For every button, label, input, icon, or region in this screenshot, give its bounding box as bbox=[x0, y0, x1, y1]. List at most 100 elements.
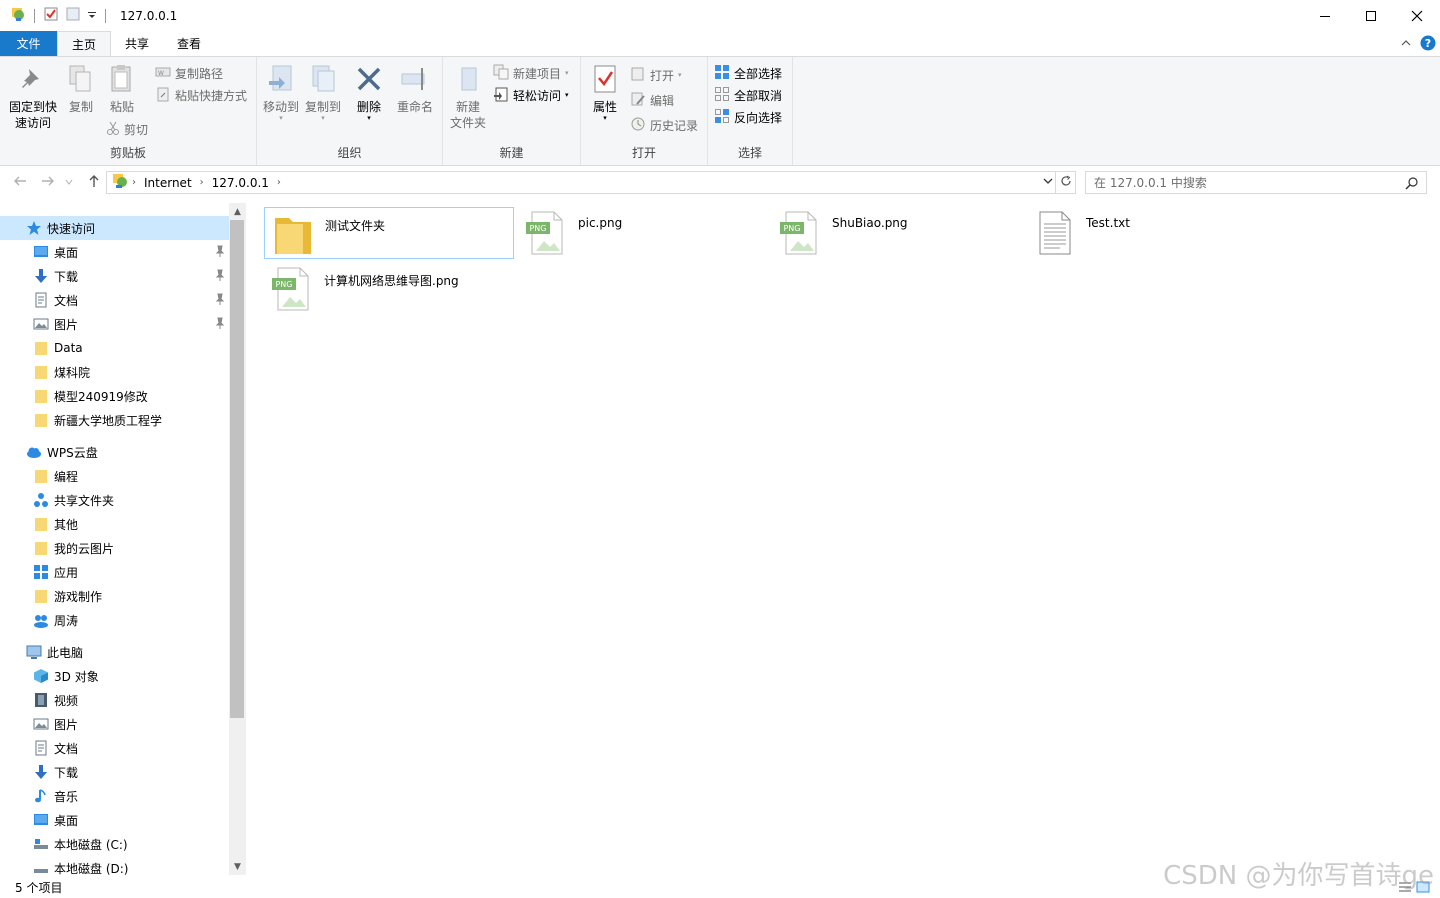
breadcrumb-current[interactable]: 127.0.0.1 bbox=[208, 176, 273, 190]
paste-button[interactable]: 粘贴 bbox=[104, 63, 140, 115]
history-button[interactable]: 历史记录 bbox=[630, 115, 698, 135]
back-button[interactable] bbox=[8, 170, 32, 194]
move-to-icon bbox=[265, 63, 297, 99]
copy-path-button[interactable]: W 复制路径 bbox=[155, 63, 223, 83]
star-icon bbox=[26, 220, 42, 236]
sidebar-item-folder[interactable]: 其他 bbox=[0, 512, 229, 536]
customize-qat-chevron-icon[interactable] bbox=[87, 9, 97, 23]
sidebar-item-contacts[interactable]: 周涛 bbox=[0, 608, 229, 632]
collapse-ribbon-chevron-icon[interactable] bbox=[1400, 37, 1412, 52]
copy-button[interactable]: 复制 bbox=[64, 63, 98, 115]
scroll-up-chevron-icon[interactable]: ▲ bbox=[229, 203, 246, 220]
sidebar-item-drive-c[interactable]: 本地磁盘 (C:) bbox=[0, 832, 229, 856]
sidebar-item-desktop[interactable]: 桌面 bbox=[0, 808, 229, 832]
new-folder-qat-icon[interactable] bbox=[65, 6, 81, 25]
pin-icon[interactable] bbox=[215, 269, 225, 284]
address-dropdown-button[interactable] bbox=[1041, 172, 1055, 193]
history-icon bbox=[630, 116, 646, 135]
sidebar-item-pictures[interactable]: 图片 bbox=[0, 712, 229, 736]
properties-qat-icon[interactable] bbox=[43, 6, 59, 25]
edit-button[interactable]: 编辑 bbox=[630, 90, 674, 110]
address-bar[interactable]: › Internet › 127.0.0.1 › bbox=[106, 171, 1056, 194]
cube-3d-icon bbox=[33, 668, 49, 684]
copy-to-chevron-icon: ▾ bbox=[321, 114, 325, 122]
sidebar-item-data-folder[interactable]: Data bbox=[0, 336, 229, 360]
scroll-down-chevron-icon[interactable]: ▼ bbox=[229, 858, 246, 875]
sidebar-item-pictures[interactable]: 图片 bbox=[0, 312, 229, 336]
pin-icon[interactable] bbox=[215, 245, 225, 260]
sidebar-item-quick-access[interactable]: 快速访问 bbox=[0, 216, 229, 240]
select-all-button[interactable]: 全部选择 bbox=[714, 63, 782, 83]
sidebar-item-3d-objects[interactable]: 3D 对象 bbox=[0, 664, 229, 688]
select-none-icon bbox=[714, 86, 730, 105]
move-to-button[interactable]: 移动到 ▾ bbox=[261, 63, 301, 122]
sidebar-item-apps[interactable]: 应用 bbox=[0, 560, 229, 584]
new-item-icon bbox=[493, 64, 509, 83]
search-icon[interactable] bbox=[1405, 176, 1432, 193]
delete-button[interactable]: 删除 ▾ bbox=[353, 63, 385, 122]
new-folder-button[interactable]: 新建 文件夹 bbox=[447, 63, 489, 131]
tab-view[interactable]: 查看 bbox=[163, 31, 215, 56]
sidebar-item-folder[interactable]: 新疆大学地质工程学 bbox=[0, 408, 229, 432]
sidebar-item-folder[interactable]: 编程 bbox=[0, 464, 229, 488]
maximize-button[interactable] bbox=[1348, 0, 1394, 31]
sidebar-item-folder[interactable]: 我的云图片 bbox=[0, 536, 229, 560]
sidebar-item-documents[interactable]: 文档 bbox=[0, 288, 229, 312]
sidebar-item-drive-d[interactable]: 本地磁盘 (D:) bbox=[0, 856, 229, 875]
select-none-button[interactable]: 全部取消 bbox=[714, 85, 782, 105]
file-item-txt[interactable]: Test.txt bbox=[1026, 207, 1276, 259]
close-button[interactable] bbox=[1394, 0, 1440, 31]
breadcrumb-internet[interactable]: Internet bbox=[140, 176, 196, 190]
file-item-png[interactable]: PNG ShuBiao.png bbox=[772, 207, 1022, 259]
rename-button[interactable]: 重命名 bbox=[393, 63, 437, 115]
tab-file[interactable]: 文件 bbox=[0, 31, 57, 56]
sidebar-item-folder[interactable]: 模型240919修改 bbox=[0, 384, 229, 408]
music-note-icon bbox=[33, 788, 49, 804]
sidebar-item-music[interactable]: 音乐 bbox=[0, 784, 229, 808]
pin-to-quick-access-button[interactable]: 固定到快 速访问 bbox=[6, 63, 60, 131]
cut-label: 剪切 bbox=[124, 122, 149, 137]
copy-to-button[interactable]: 复制到 ▾ bbox=[303, 63, 343, 122]
file-item-png[interactable]: PNG 计算机网络思维导图.png bbox=[264, 263, 514, 315]
sidebar-item-documents[interactable]: 文档 bbox=[0, 736, 229, 760]
folder-icon bbox=[33, 540, 49, 556]
sidebar-item-shared-folder[interactable]: 共享文件夹 bbox=[0, 488, 229, 512]
properties-button[interactable]: 属性 ▾ bbox=[587, 63, 623, 122]
sidebar-item-wps-cloud[interactable]: WPS云盘 bbox=[0, 440, 229, 464]
tab-home[interactable]: 主页 bbox=[57, 31, 112, 56]
sidebar-scrollbar[interactable]: ▲ ▼ bbox=[229, 203, 246, 875]
invert-selection-icon bbox=[714, 108, 730, 127]
sidebar-item-folder[interactable]: 游戏制作 bbox=[0, 584, 229, 608]
pin-icon[interactable] bbox=[215, 293, 225, 308]
easy-access-button[interactable]: 轻松访问 ▾ bbox=[493, 85, 569, 105]
file-item-png[interactable]: PNG pic.png bbox=[518, 207, 768, 259]
file-item-folder[interactable]: 测试文件夹 bbox=[264, 207, 514, 259]
png-file-icon: PNG bbox=[268, 265, 316, 313]
sidebar-item-this-pc[interactable]: 此电脑 bbox=[0, 640, 229, 664]
sidebar-item-label: 视频 bbox=[54, 693, 79, 708]
sidebar-item-downloads[interactable]: 下载 bbox=[0, 760, 229, 784]
sidebar-item-desktop[interactable]: 桌面 bbox=[0, 240, 229, 264]
sidebar-item-videos[interactable]: 视频 bbox=[0, 688, 229, 712]
pin-icon[interactable] bbox=[215, 317, 225, 332]
sidebar-item-folder[interactable]: 煤科院 bbox=[0, 360, 229, 384]
forward-button[interactable] bbox=[36, 170, 60, 194]
new-item-button[interactable]: 新建项目 ▾ bbox=[493, 63, 569, 83]
download-arrow-icon bbox=[33, 764, 49, 780]
open-button[interactable]: 打开 ▾ bbox=[630, 65, 682, 85]
minimize-button[interactable] bbox=[1302, 0, 1348, 31]
refresh-button[interactable] bbox=[1056, 171, 1076, 194]
up-button[interactable] bbox=[82, 170, 106, 194]
recent-locations-button[interactable] bbox=[62, 170, 76, 194]
sidebar-item-downloads[interactable]: 下载 bbox=[0, 264, 229, 288]
search-input[interactable]: 在 127.0.0.1 中搜索 bbox=[1085, 171, 1427, 194]
sidebar-item-label: 煤科院 bbox=[54, 365, 91, 380]
paste-shortcut-button[interactable]: 粘贴快捷方式 bbox=[155, 85, 247, 105]
invert-selection-button[interactable]: 反向选择 bbox=[714, 107, 782, 127]
help-icon[interactable]: ? bbox=[1420, 35, 1436, 54]
folder-icon bbox=[33, 388, 49, 404]
tab-share[interactable]: 共享 bbox=[111, 31, 163, 56]
scrollbar-thumb[interactable] bbox=[230, 220, 244, 718]
pin-label-line2: 速访问 bbox=[14, 116, 51, 130]
cut-button[interactable]: 剪切 bbox=[106, 119, 148, 139]
